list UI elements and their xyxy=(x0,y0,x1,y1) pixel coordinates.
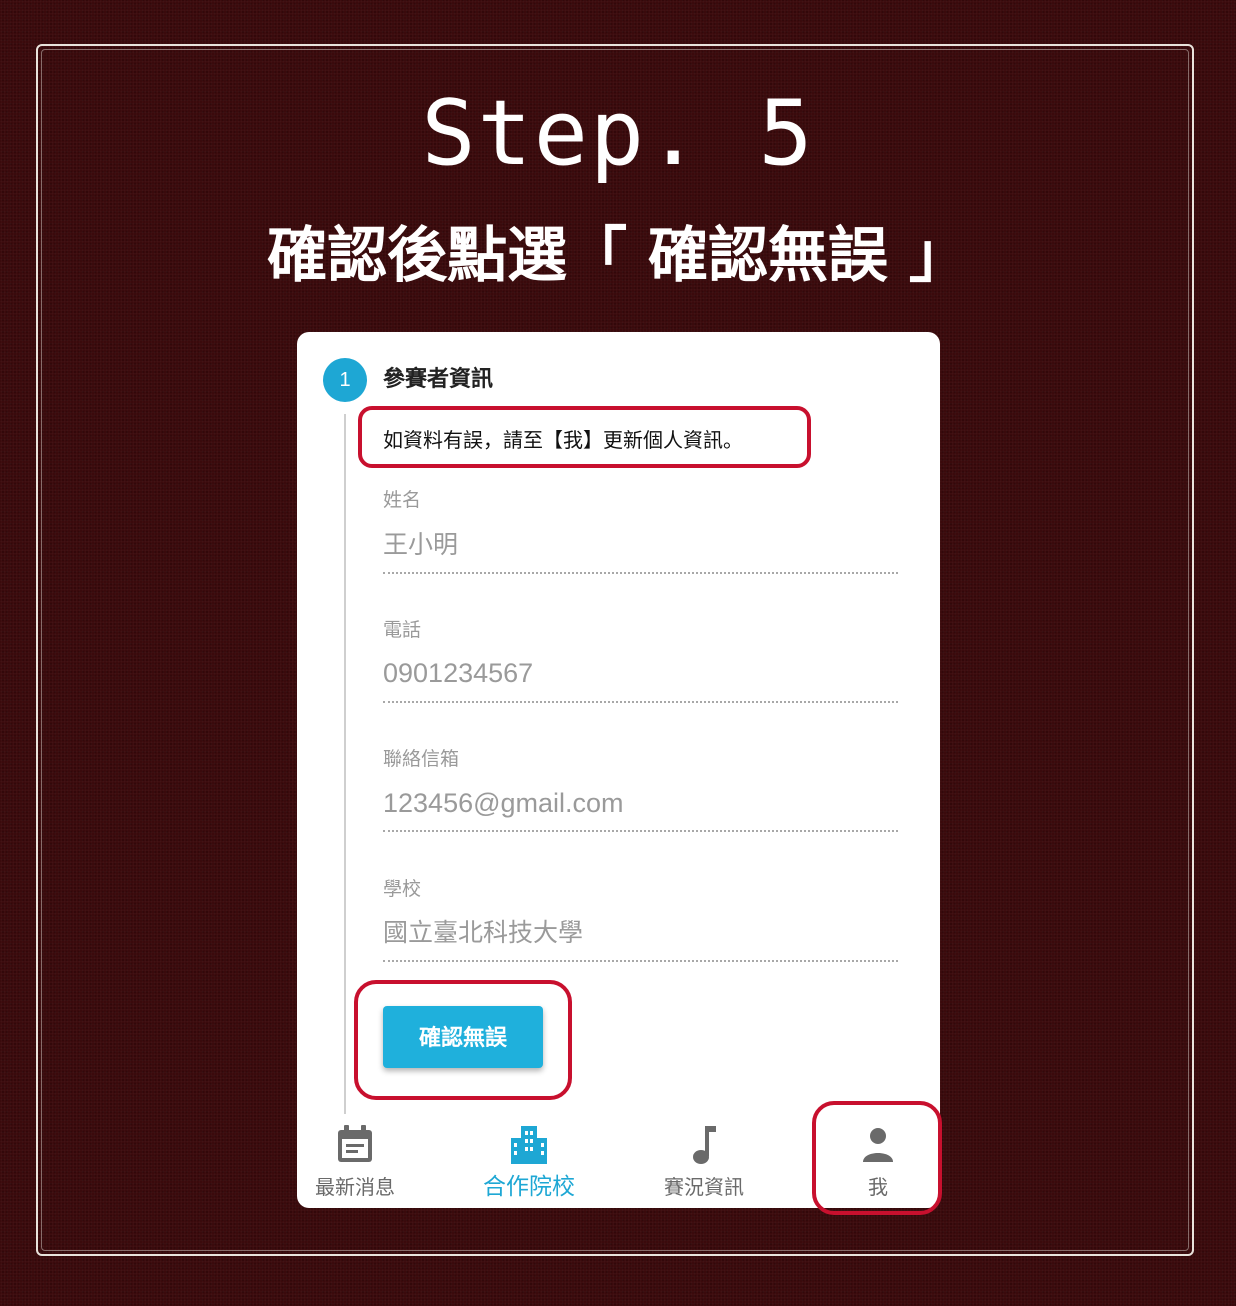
stepper-line xyxy=(344,414,346,1114)
nav-item-news[interactable]: 最新消息 xyxy=(297,1122,425,1202)
nav-item-schools[interactable]: 合作院校 xyxy=(459,1122,599,1202)
name-label: 姓名 xyxy=(383,489,422,511)
step-instruction: 確認後點選「 確認無誤 」 xyxy=(267,221,969,291)
nav-item-match-info[interactable]: 賽況資訊 xyxy=(634,1122,774,1202)
step-number-badge: 1 xyxy=(323,358,367,402)
confirm-button-highlight xyxy=(354,980,572,1100)
email-field-underline xyxy=(383,830,898,832)
building-icon xyxy=(459,1122,599,1168)
name-field[interactable]: 王小明 xyxy=(383,527,458,563)
email-field[interactable]: 123456@gmail.com xyxy=(383,785,624,821)
school-field-underline xyxy=(383,960,898,962)
nav-label-news: 最新消息 xyxy=(315,1175,395,1199)
section-title: 參賽者資訊 xyxy=(383,367,494,392)
name-field-underline xyxy=(383,572,898,574)
school-label: 學校 xyxy=(383,878,422,900)
phone-label: 電話 xyxy=(383,619,422,641)
phone-field[interactable]: 0901234567 xyxy=(383,655,533,691)
calendar-icon xyxy=(297,1122,425,1168)
email-label: 聯絡信箱 xyxy=(383,748,460,770)
me-tab-highlight xyxy=(812,1101,942,1215)
school-field[interactable]: 國立臺北科技大學 xyxy=(383,915,583,951)
phone-field-underline xyxy=(383,701,898,703)
step-title: Step. 5 xyxy=(421,81,815,186)
nav-label-schools: 合作院校 xyxy=(483,1174,575,1200)
music-note-icon xyxy=(634,1122,774,1168)
notice-highlight xyxy=(358,406,811,468)
nav-label-match-info: 賽況資訊 xyxy=(664,1175,744,1199)
